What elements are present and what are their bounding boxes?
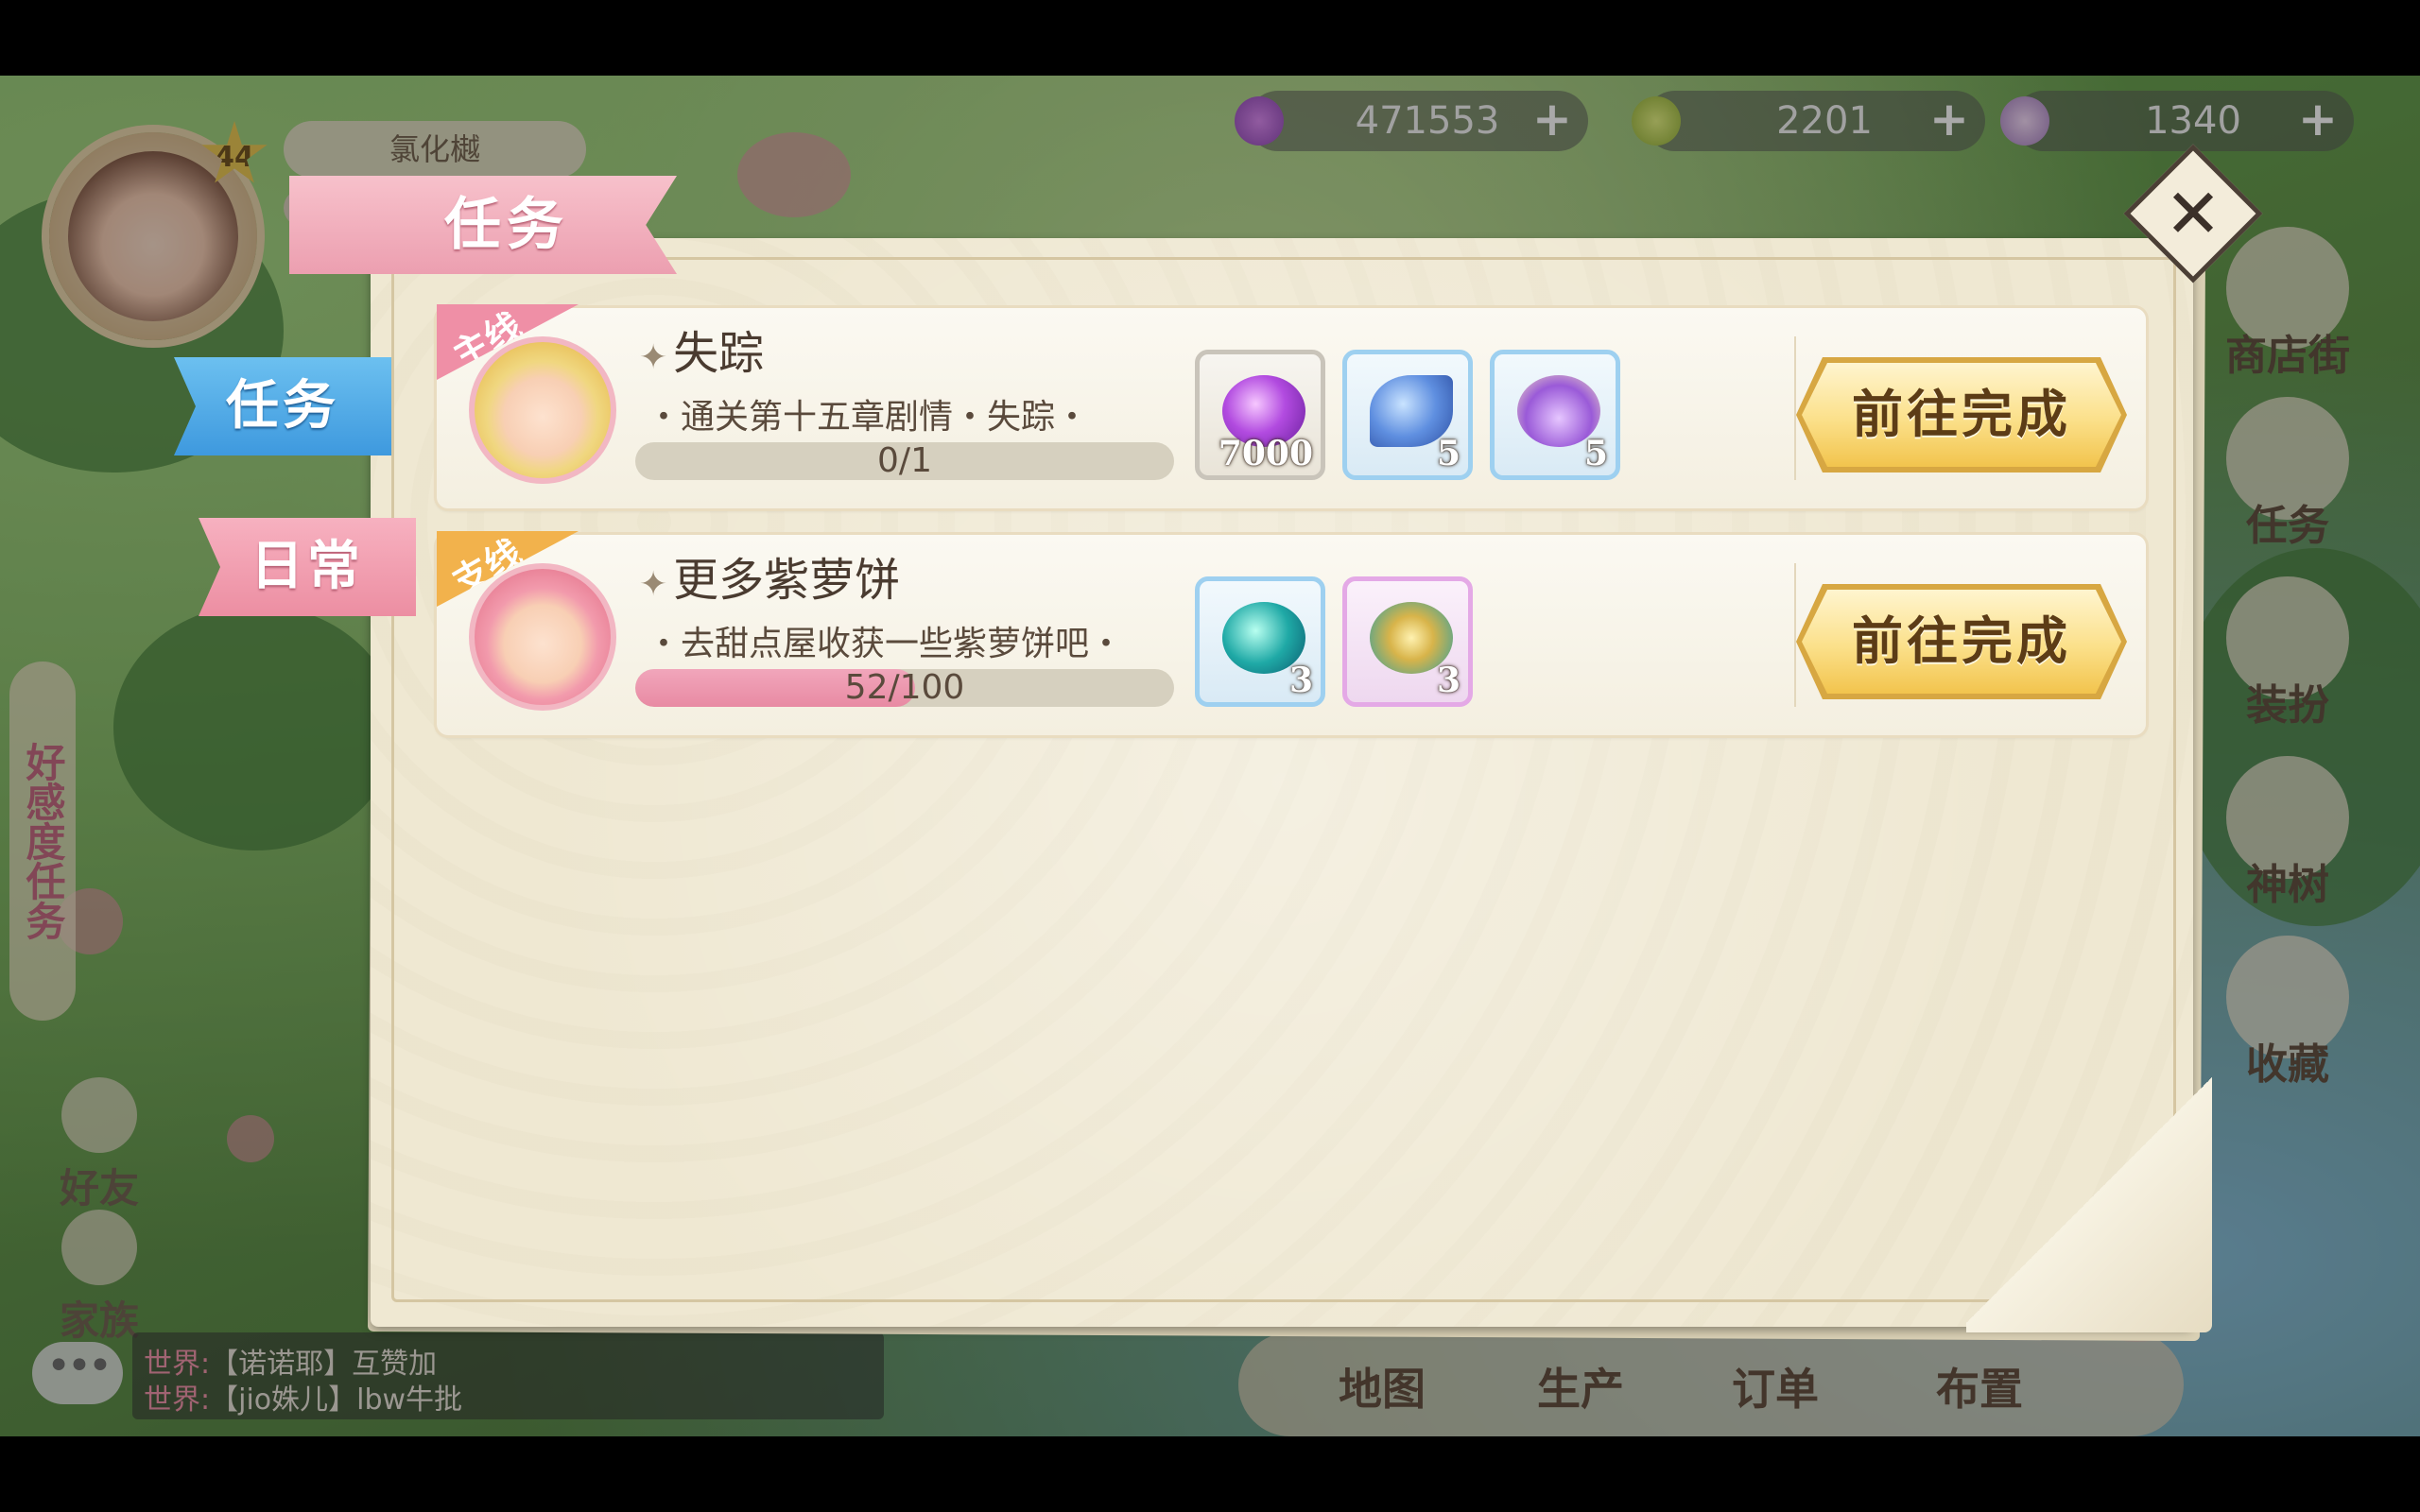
- reward-qty: 7000: [1218, 434, 1313, 473]
- reward-qty: 3: [1436, 661, 1461, 700]
- reward-item[interactable]: 5: [1490, 350, 1620, 480]
- task-description: ・通关第十五章剧情・失踪・: [647, 398, 1090, 437]
- task-title: ✦ 失踪: [639, 316, 764, 382]
- letterbox-bottom: [0, 1436, 2420, 1512]
- go-complete-button[interactable]: 前往完成: [1802, 363, 2121, 467]
- task-title-text: 失踪: [673, 327, 765, 380]
- reward-item[interactable]: 3: [1342, 576, 1473, 707]
- reward-item[interactable]: 3: [1195, 576, 1325, 707]
- go-complete-button[interactable]: 前往完成: [1802, 590, 2121, 694]
- task-progress-bar: 52/100: [635, 669, 1174, 707]
- letterbox-top: [0, 0, 2420, 76]
- close-icon[interactable]: ✕: [2144, 164, 2242, 263]
- tab-tasks[interactable]: 任务: [174, 357, 391, 455]
- task-title: ✦ 更多紫萝饼: [639, 542, 900, 609]
- reward-qty: 5: [1583, 434, 1608, 473]
- task-progress-text: 52/100: [844, 669, 965, 707]
- task-description: ・去甜点屋收获一些紫萝饼吧・: [647, 625, 1124, 663]
- npc-portrait: [469, 563, 616, 711]
- sparkle-icon: ✦: [639, 565, 668, 604]
- reward-item[interactable]: 5: [1342, 350, 1473, 480]
- card-divider: [1794, 336, 1796, 480]
- dialog-title: 任务: [444, 192, 569, 258]
- task-progress-bar: 0/1: [635, 442, 1174, 480]
- task-title-text: 更多紫萝饼: [673, 554, 901, 607]
- card-divider: [1794, 563, 1796, 707]
- reward-item[interactable]: 7000: [1195, 350, 1325, 480]
- npc-portrait: [469, 336, 616, 484]
- reward-qty: 3: [1288, 661, 1313, 700]
- reward-qty: 5: [1436, 434, 1461, 473]
- task-progress-text: 0/1: [877, 442, 932, 480]
- page-curl-decoration: [1966, 1068, 2212, 1332]
- tab-daily[interactable]: 日常: [199, 518, 416, 616]
- sparkle-icon: ✦: [639, 338, 668, 377]
